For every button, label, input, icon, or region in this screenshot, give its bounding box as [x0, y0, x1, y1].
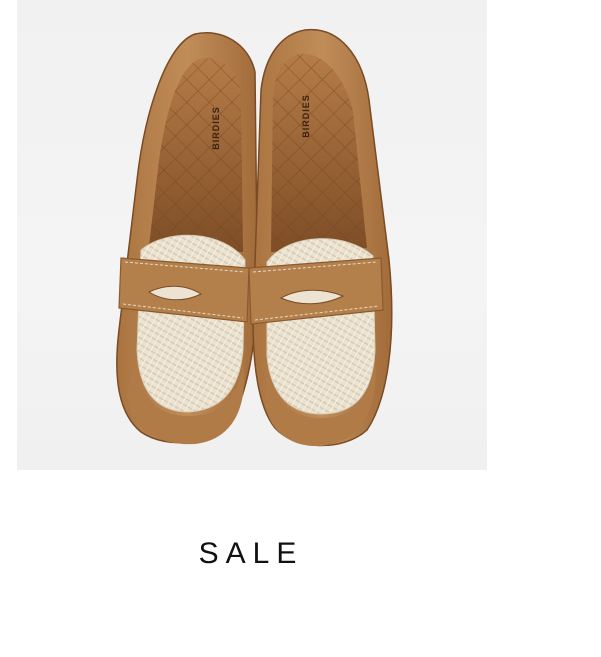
right-loafer	[248, 28, 393, 447]
left-insole-brand-imprint: BIRDIES	[211, 106, 221, 150]
left-loafer	[116, 32, 259, 445]
sale-link-label[interactable]: SALE	[0, 534, 502, 574]
sale-collection-card[interactable]: BIRDIES BIRDIES SALE	[0, 0, 601, 657]
page: BIRDIES BIRDIES SALE	[0, 0, 601, 657]
loafers-product-image[interactable]: BIRDIES BIRDIES	[17, 0, 487, 470]
loafers-illustration: BIRDIES BIRDIES	[116, 28, 393, 447]
right-insole-brand-imprint: BIRDIES	[301, 94, 311, 138]
